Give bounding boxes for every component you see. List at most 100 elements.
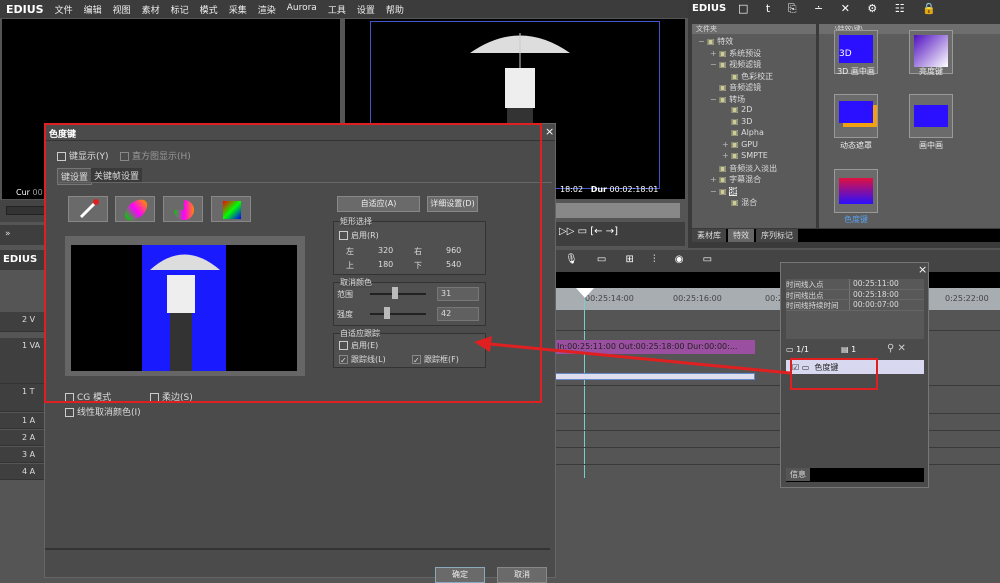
tree-item[interactable]: + ▣ 字幕混合	[698, 174, 816, 186]
color-square-icon[interactable]	[211, 196, 251, 222]
menu-item[interactable]: 采集	[229, 3, 247, 16]
ruler-tick-label: 0:25:22:00	[945, 294, 989, 303]
tree-item[interactable]: ▣ 色彩校正	[698, 71, 816, 83]
playhead-icon[interactable]	[576, 288, 594, 298]
color-wheel-icon[interactable]	[115, 196, 155, 222]
rect-select-group: 矩形选择 启用(R) 左 320 右 960 上 180 下 540	[333, 216, 486, 275]
dialog-title: 色度键	[49, 130, 77, 140]
play-fast-icon[interactable]: ▷▷	[559, 226, 574, 237]
effect-highlight-box	[790, 358, 878, 390]
record-timecode: 18:02 Dur 00:02:18:01	[560, 185, 659, 194]
rect-enable-checkbox[interactable]: 启用(R)	[339, 230, 379, 241]
key-display-checkbox[interactable]: 键显示(Y)	[57, 149, 109, 162]
app-logo: EDIUS	[6, 2, 44, 16]
linear-cancel-color-checkbox[interactable]: 线性取消颜色(I)	[65, 405, 141, 418]
tab-keyframe-settings[interactable]: 关键帧设置	[91, 168, 143, 183]
tree-item[interactable]: ▣ 音频淡入淡出	[698, 163, 816, 175]
tracking-enable-checkbox[interactable]: 启用(E)	[339, 340, 378, 351]
cancel-button[interactable]: 取消	[497, 567, 547, 583]
tree-item[interactable]: + ▣ 系统预设	[698, 48, 816, 60]
timeline-toolbar[interactable]: 🎙 ▭ ⊞ ⫶ ◉ ▭	[555, 250, 1000, 272]
tree-item[interactable]: − ▣ 键	[698, 186, 816, 198]
thumb-label-selected: 色度键	[844, 215, 868, 224]
menu-item[interactable]: 模式	[200, 3, 218, 16]
tree-item[interactable]: − ▣ 转场	[698, 94, 816, 106]
menu-item[interactable]: 标记	[171, 3, 189, 16]
record-scrubber[interactable]	[555, 203, 680, 218]
panel-toolbar[interactable]: □ t ⎘ ∸ ✕ ⚙ ☷ 🔒	[738, 2, 943, 16]
panel-tab[interactable]: 特效	[728, 229, 754, 242]
panel-tab[interactable]: 序列标记	[756, 229, 798, 242]
thumb-pip[interactable]	[909, 94, 953, 138]
timeline-clip[interactable]: In:00:25:11:00 Out:00:25:18:00 Dur:00:00…	[555, 340, 755, 354]
strength-slider[interactable]	[384, 307, 390, 319]
record-controls: ▷▷ ▭ [← →]	[555, 222, 685, 246]
menu-item[interactable]: 素材	[142, 3, 160, 16]
eyedropper-icon[interactable]	[68, 196, 108, 222]
menu-item[interactable]: 编辑	[84, 3, 102, 16]
effect-tools[interactable]: ⚲ ✕	[887, 343, 906, 354]
histogram-checkbox[interactable]: 直方图显示(H)	[120, 149, 191, 162]
tree-item[interactable]: − ▣ 视频滤镜	[698, 59, 816, 71]
menu-item[interactable]: 帮助	[386, 3, 404, 16]
soft-edge-checkbox[interactable]: 柔边(S)	[150, 390, 193, 403]
close-button[interactable]: ×	[545, 125, 554, 138]
hue-sector-icon[interactable]	[163, 196, 203, 222]
menu-item[interactable]: 视图	[113, 3, 131, 16]
menu-item[interactable]: 文件	[55, 3, 73, 16]
info-panel: × 时间线入点 00:25:11:00 时间线出点 00:25:18:00 时间线持续时…	[780, 262, 929, 488]
detail-settings-button[interactable]: 详细设置(D)	[427, 196, 478, 212]
tree-item[interactable]: ▣ 3D	[698, 117, 816, 129]
info-row: 时间线出点 00:25:18:00	[786, 289, 924, 300]
menu-item[interactable]: 工具	[328, 3, 346, 16]
track-frame-checkbox[interactable]: ✓ 跟踪框(F)	[412, 354, 459, 365]
key-preview	[65, 236, 305, 376]
thumb-label: 动态遮罩	[840, 141, 872, 150]
cg-mode-checkbox[interactable]: CG 模式	[65, 390, 111, 403]
auto-button[interactable]: 自适应(A)	[337, 196, 420, 212]
ruler-tick-label: 00:25:16:00	[673, 294, 722, 303]
cur-timecode: Cur 00	[16, 188, 43, 197]
info-row: 时间线持续时间 00:00:07:00	[786, 300, 924, 311]
more-icon[interactable]: »	[5, 229, 11, 239]
thumb-label: 亮度键	[919, 67, 943, 76]
in-point-icon[interactable]: [←	[590, 226, 602, 237]
chroma-key-dialog: 色度键 × 键显示(Y) 直方图显示(H) 键设置 关键帧设置 自适应(A) 详…	[44, 123, 556, 583]
output-icon[interactable]: ▭	[578, 226, 587, 237]
timeline-logo: EDIUS	[3, 254, 38, 265]
panel-logo: EDIUS	[692, 3, 727, 14]
menu-item[interactable]: 设置	[357, 3, 375, 16]
thumb-label: 3D 画中画	[837, 67, 875, 76]
menu-item[interactable]: Aurora	[287, 3, 317, 16]
page-indicator: ▭ 1/1	[786, 345, 809, 354]
tree-item[interactable]: − ▣ 特效	[698, 36, 816, 48]
tree-item[interactable]: ▣ 混合	[698, 197, 816, 209]
title-clip[interactable]	[555, 373, 755, 380]
effects-panel: EDIUS □ t ⎘ ∸ ✕ ⚙ ☷ 🔒 文件夹 − ▣ 特效 + ▣ 系统预设 − ▣…	[688, 0, 1000, 248]
folder-header: 文件夹	[692, 24, 816, 34]
track-line-checkbox[interactable]: ✓ 跟踪线(L)	[339, 354, 386, 365]
effect-count: ▤ 1	[841, 345, 857, 354]
range-input[interactable]: 31	[437, 287, 479, 301]
thumb-motion-mask[interactable]	[834, 94, 878, 138]
info-table: 时间线入点 00:25:11:00 时间线出点 00:25:18:00 时间线持续时间 0…	[786, 279, 924, 339]
tree-item[interactable]: + ▣ SMPTE	[698, 151, 816, 163]
thumb-chroma-key[interactable]	[834, 169, 878, 213]
range-slider[interactable]	[392, 287, 398, 299]
playhead-line	[584, 298, 585, 478]
tree-item[interactable]: + ▣ GPU	[698, 140, 816, 152]
out-point-icon[interactable]: →]	[606, 226, 618, 237]
folder-tree: 文件夹 − ▣ 特效 + ▣ 系统预设 − ▣ 视频滤镜 ▣ 色彩校正 ▣ 音频滤镜 − ▣ 转场…	[692, 24, 816, 228]
panel-tabs: 素材库 特效 序列标记	[692, 229, 1000, 242]
info-close-button[interactable]: ×	[918, 263, 927, 276]
ok-button[interactable]: 确定	[435, 567, 485, 583]
thumb-label: 画中画	[919, 141, 943, 150]
panel-tab[interactable]: 素材库	[692, 229, 726, 242]
menu-item[interactable]: 渲染	[258, 3, 276, 16]
tree-item[interactable]: ▣ Alpha	[698, 128, 816, 140]
strength-input[interactable]: 42	[437, 307, 479, 321]
tree-item[interactable]: ▣ 2D	[698, 105, 816, 117]
tree-item[interactable]: ▣ 音频滤镜	[698, 82, 816, 94]
info-tab[interactable]: 信息	[786, 468, 810, 481]
timeline-ruler[interactable]: 00:25:14:00 00:25:16:00 00:25 0:25:22:00	[555, 288, 1000, 310]
